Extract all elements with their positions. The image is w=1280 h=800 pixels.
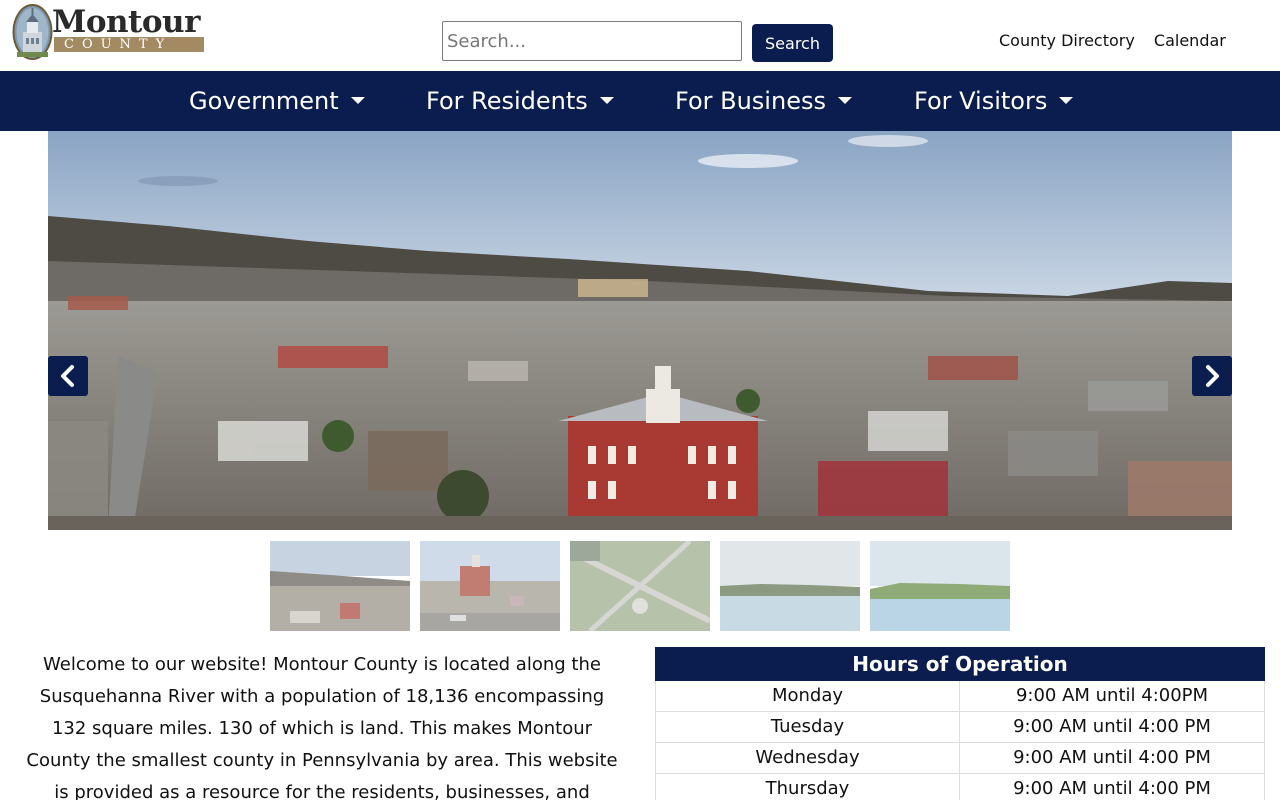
top-links: County Directory Calendar — [999, 31, 1240, 51]
chevron-right-icon — [1206, 365, 1219, 387]
hours-day: Monday — [656, 681, 960, 711]
thumbnail-courthouse-street — [420, 541, 560, 631]
carousel-next-button[interactable] — [1192, 356, 1232, 396]
thumbnail-5[interactable] — [870, 541, 1010, 631]
table-row: Tuesday 9:00 AM until 4:00 PM — [655, 712, 1265, 743]
carousel-prev-button[interactable] — [48, 356, 88, 396]
nav-item-for-residents[interactable]: For Residents — [426, 85, 614, 117]
thumbnail-2[interactable] — [420, 541, 560, 631]
hours-time: 9:00 AM until 4:00 PM — [1013, 716, 1211, 737]
welcome-line: is provided as a resource for the reside… — [54, 782, 590, 800]
hours-day: Wednesday — [656, 743, 960, 773]
hours-day: Tuesday — [656, 712, 960, 742]
caret-down-icon — [1059, 97, 1074, 104]
caret-down-icon — [837, 97, 852, 104]
hours-time: 9:00 AM until 4:00 PM — [1013, 778, 1211, 799]
hours-day: Thursday — [656, 774, 960, 800]
hours-time: 9:00 AM until 4:00PM — [1015, 685, 1209, 706]
thumbnail-lake — [720, 541, 860, 631]
hours-title: Hours of Operation — [655, 647, 1265, 681]
hours-of-operation-table: Hours of Operation Monday 9:00 AM until … — [655, 647, 1265, 800]
site-header: Montour COUNTY Search County Directory C… — [0, 0, 1280, 71]
thumbnail-3[interactable] — [570, 541, 710, 631]
nav-item-label: For Business — [675, 87, 826, 115]
county-logo[interactable]: Montour COUNTY — [12, 2, 207, 60]
search-input[interactable] — [442, 21, 742, 61]
welcome-text: Welcome to our website! Montour County i… — [12, 649, 632, 800]
calendar-link[interactable]: Calendar — [1154, 31, 1226, 50]
welcome-line: Welcome to our website! Montour County i… — [43, 654, 601, 675]
thumbnail-1[interactable] — [270, 541, 410, 631]
welcome-line: 132 square miles. 130 of which is land. … — [51, 718, 593, 739]
caret-down-icon — [599, 97, 614, 104]
table-row: Wednesday 9:00 AM until 4:00 PM — [655, 743, 1265, 774]
hero-carousel-image — [48, 131, 1232, 530]
nav-item-for-business[interactable]: For Business — [675, 85, 852, 117]
nav-item-label: For Visitors — [914, 87, 1048, 115]
county-directory-link[interactable]: County Directory — [999, 31, 1135, 50]
nav-item-government[interactable]: Government — [189, 85, 365, 117]
search-button[interactable]: Search — [752, 24, 833, 62]
aerial-town-photo — [48, 131, 1232, 530]
table-row: Thursday 9:00 AM until 4:00 PM — [655, 774, 1265, 800]
thumbnail-town-aerial — [270, 541, 410, 631]
logo-title: Montour — [52, 4, 200, 40]
caret-down-icon — [350, 97, 365, 104]
thumbnail-park-aerial — [570, 541, 710, 631]
logo-subtitle: COUNTY — [54, 37, 204, 52]
main-nav: Government For Residents For Business Fo… — [0, 71, 1280, 131]
hours-time: 9:00 AM until 4:00 PM — [1013, 747, 1211, 768]
nav-item-label: Government — [189, 87, 339, 115]
courthouse-seal-icon — [12, 4, 53, 60]
chevron-left-icon — [61, 365, 74, 387]
table-row: Monday 9:00 AM until 4:00PM — [655, 681, 1265, 712]
welcome-line: Susquehanna River with a population of 1… — [39, 686, 605, 707]
nav-item-label: For Residents — [426, 87, 588, 115]
welcome-line: County the smallest county in Pennsylvan… — [26, 750, 618, 771]
thumbnail-lake-shore — [870, 541, 1010, 631]
nav-item-for-visitors[interactable]: For Visitors — [914, 85, 1074, 117]
thumbnail-4[interactable] — [720, 541, 860, 631]
